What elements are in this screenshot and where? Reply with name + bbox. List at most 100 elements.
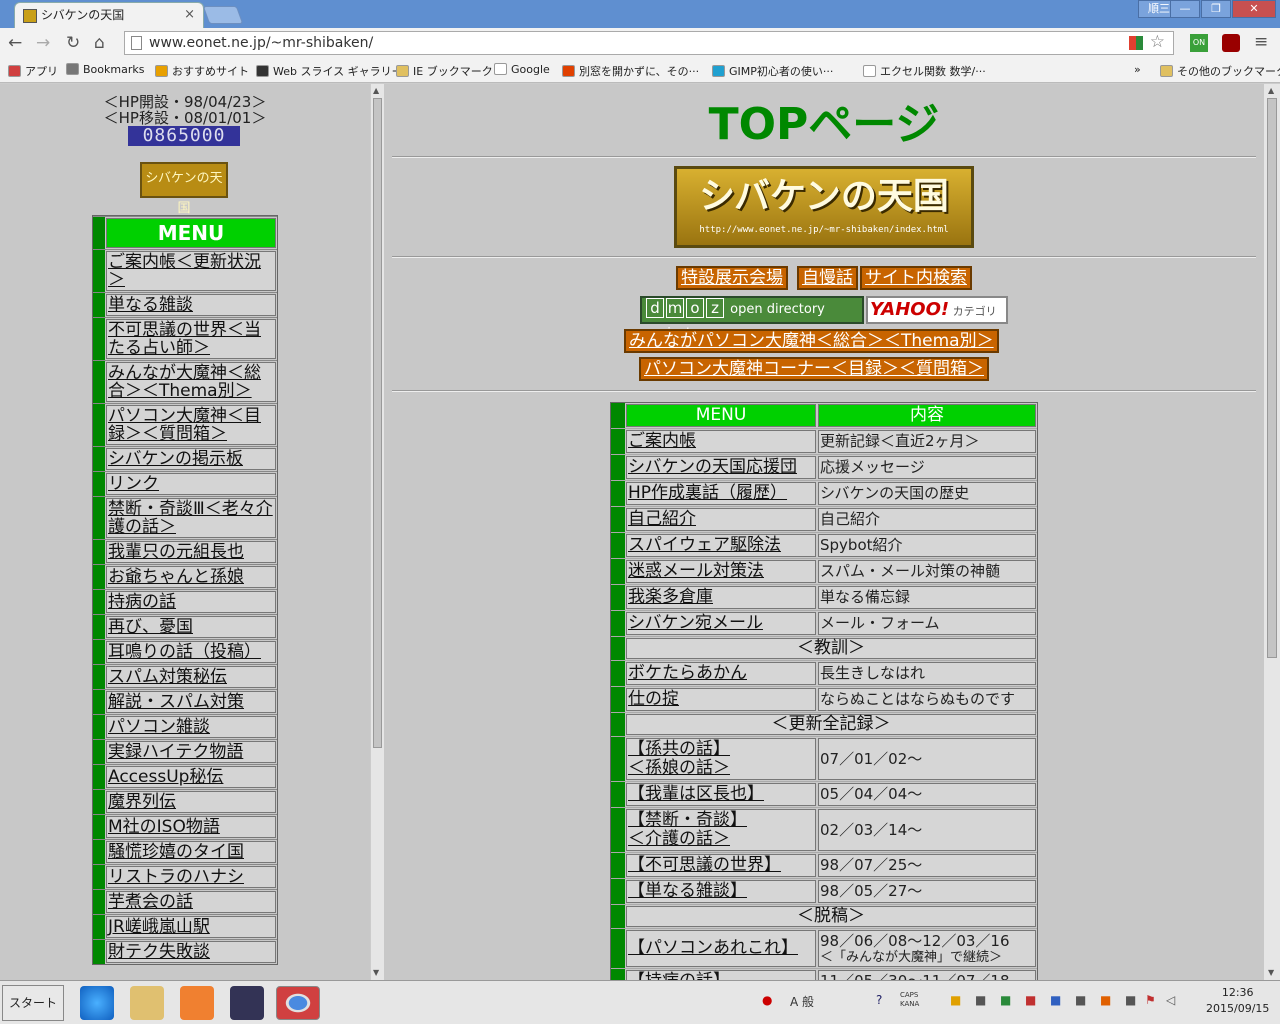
sidebar-item[interactable]: 騒慌珍嬉のタイ国 <box>93 839 277 864</box>
record-link[interactable]: 【単なる雑談】 <box>626 880 816 903</box>
left-scrollbar[interactable]: ▲ ▼ <box>370 84 384 980</box>
sidebar-item-label[interactable]: 我輩只の元組長也 <box>106 541 276 563</box>
remote-desktop-icon[interactable] <box>230 986 264 1020</box>
tray-app-icon[interactable]: ■ <box>1025 993 1036 1007</box>
bookmark-star-icon[interactable]: ☆ <box>1150 31 1165 53</box>
minna-daimajin-button[interactable]: みんながパソコン大魔神＜総合＞＜Thema別＞ <box>624 329 999 353</box>
sidebar-item[interactable]: 魔界列伝 <box>93 789 277 814</box>
sidebar-item[interactable]: 解説・スパム対策 <box>93 689 277 714</box>
sidebar-item-label[interactable]: リンク <box>106 473 276 495</box>
sidebar-item-label[interactable]: AccessUp秘伝 <box>106 766 276 788</box>
address-bar[interactable]: www.eonet.ne.jp/~mr-shibaken/ ☆ <box>124 31 1174 55</box>
scroll-up-icon[interactable]: ▲ <box>373 86 379 95</box>
site-logo-banner[interactable]: シバケンの天国 http://www.eonet.ne.jp/~mr-shiba… <box>674 166 974 248</box>
tray-app-icon[interactable]: ■ <box>1000 993 1011 1007</box>
chrome-icon[interactable] <box>276 986 320 1020</box>
sidebar-item[interactable]: 財テク失敗談 <box>93 939 277 964</box>
home-icon[interactable]: ⌂ <box>94 33 105 53</box>
sidebar-item-label[interactable]: スパム対策秘伝 <box>106 666 276 688</box>
menu-icon[interactable]: ≡ <box>1254 32 1268 52</box>
brag-button[interactable]: 自慢話 <box>797 266 858 290</box>
record-link[interactable]: 【禁断・奇談】 ＜介護の話＞ <box>626 809 816 851</box>
menu-link[interactable]: 自己紹介 <box>626 508 816 531</box>
media-player-icon[interactable] <box>180 986 214 1020</box>
sidebar-item[interactable]: リンク <box>93 471 277 496</box>
record-link[interactable]: 【不可思議の世界】 <box>626 854 816 877</box>
flag-icon[interactable]: ⚑ <box>1145 993 1156 1007</box>
sidebar-item[interactable]: M社のISO物語 <box>93 814 277 839</box>
sidebar-item-label[interactable]: シバケンの掲示板 <box>106 448 276 470</box>
back-icon[interactable]: ← <box>8 33 22 53</box>
forward-icon[interactable]: → <box>36 33 50 53</box>
site-logo-small[interactable]: シバケンの天国 <box>140 162 228 216</box>
menu-link[interactable]: ご案内帳 <box>626 430 816 453</box>
sidebar-item[interactable]: 実録ハイテク物語 <box>93 739 277 764</box>
sidebar-item-label[interactable]: JR嵯峨嵐山駅 <box>106 916 276 938</box>
site-search-button[interactable]: サイト内検索 <box>860 266 972 290</box>
pc-daimajin-button[interactable]: パソコン大魔神コーナー＜目録＞＜質問箱＞ <box>639 357 989 381</box>
extension-icon[interactable] <box>1129 36 1143 50</box>
minimize-button[interactable]: — <box>1170 0 1200 18</box>
dmoz-badge[interactable]: dmoz open directory project <box>640 296 864 341</box>
tray-app-icon[interactable]: ■ <box>1075 993 1086 1007</box>
sidebar-item[interactable]: お爺ちゃんと孫娘 <box>93 564 277 589</box>
sidebar-item[interactable]: AccessUp秘伝 <box>93 764 277 789</box>
bookmark-item[interactable]: エクセル関数 数学/··· <box>863 63 986 79</box>
help-icon[interactable]: ? <box>876 993 882 1007</box>
scroll-down-icon[interactable]: ▼ <box>373 968 379 977</box>
maximize-button[interactable]: ❐ <box>1201 0 1231 18</box>
sidebar-item[interactable]: 禁断・奇談Ⅲ＜老々介護の話＞ <box>93 496 277 539</box>
sidebar-item-label[interactable]: 単なる雑談 <box>106 294 276 316</box>
bookmark-item[interactable]: Google <box>494 63 550 76</box>
tray-app-icon[interactable]: ■ <box>975 993 986 1007</box>
sidebar-item[interactable]: スパム対策秘伝 <box>93 664 277 689</box>
sidebar-item[interactable]: みんなが大魔神＜総合＞＜Thema別＞ <box>93 360 277 403</box>
finished-link[interactable]: 【持病の話】 <box>626 970 816 980</box>
scroll-down-icon[interactable]: ▼ <box>1268 968 1274 977</box>
sidebar-item[interactable]: 持病の話 <box>93 589 277 614</box>
sidebar-item-label[interactable]: ご案内帳＜更新状況＞ <box>106 251 276 291</box>
sidebar-item-label[interactable]: 耳鳴りの話（投稿） <box>106 641 276 663</box>
tray-app-icon[interactable]: ■ <box>1100 993 1111 1007</box>
bookmark-item[interactable]: その他のブックマーク <box>1160 63 1280 79</box>
sidebar-item-label[interactable]: 財テク失敗談 <box>106 941 276 963</box>
menu-link[interactable]: HP作成裏話（履歴） <box>626 482 816 505</box>
bookmark-item[interactable]: » <box>1134 63 1141 76</box>
finished-link[interactable]: 【パソコンあれこれ】 <box>626 930 816 967</box>
tray-app-icon[interactable]: ■ <box>1050 993 1061 1007</box>
menu-link[interactable]: 迷惑メール対策法 <box>626 560 816 583</box>
sidebar-item-label[interactable]: パソコン大魔神＜目録＞＜質問箱＞ <box>106 405 276 445</box>
sidebar-item-label[interactable]: 解説・スパム対策 <box>106 691 276 713</box>
sidebar-item[interactable]: リストラのハナシ <box>93 864 277 889</box>
sidebar-item-label[interactable]: お爺ちゃんと孫娘 <box>106 566 276 588</box>
menu-link[interactable]: スパイウェア駆除法 <box>626 534 816 557</box>
start-button[interactable]: スタート <box>2 985 64 1021</box>
sidebar-item[interactable]: パソコン雑談 <box>93 714 277 739</box>
ext-on-icon[interactable]: ON <box>1190 34 1208 52</box>
explorer-icon[interactable] <box>130 986 164 1020</box>
bookmark-item[interactable]: GIMP初心者の使い··· <box>712 63 833 79</box>
main-scroll-thumb[interactable] <box>1267 98 1277 658</box>
record-link[interactable]: 【孫共の話】 ＜孫娘の話＞ <box>626 738 816 780</box>
bookmark-item[interactable]: Bookmarks <box>66 63 144 76</box>
close-window-button[interactable]: ✕ <box>1232 0 1276 18</box>
reload-icon[interactable]: ↻ <box>66 33 80 53</box>
sidebar-item[interactable]: 単なる雑談 <box>93 292 277 317</box>
bookmark-item[interactable]: Web スライス ギャラリー <box>256 63 403 79</box>
ie-icon[interactable] <box>80 986 114 1020</box>
sidebar-item-label[interactable]: 禁断・奇談Ⅲ＜老々介護の話＞ <box>106 498 276 538</box>
sidebar-item[interactable]: 不可思議の世界＜当たる占い師＞ <box>93 317 277 360</box>
sidebar-item-label[interactable]: M社のISO物語 <box>106 816 276 838</box>
menu-link[interactable]: シバケンの天国応援団 <box>626 456 816 479</box>
sidebar-item-label[interactable]: 不可思議の世界＜当たる占い師＞ <box>106 319 276 359</box>
sidebar-item-label[interactable]: みんなが大魔神＜総合＞＜Thema別＞ <box>106 362 276 402</box>
tray-app-icon[interactable]: ■ <box>950 993 961 1007</box>
sidebar-item[interactable]: ご案内帳＜更新状況＞ <box>93 249 277 292</box>
bookmark-item[interactable]: IE ブックマーク <box>396 63 493 79</box>
ime-indicator[interactable]: A 般 <box>790 993 814 1010</box>
bookmark-item[interactable]: 別窓を開かずに、その··· <box>562 63 699 79</box>
sidebar-item[interactable]: 再び、憂国 <box>93 614 277 639</box>
sidebar-item[interactable]: 芋煮会の話 <box>93 889 277 914</box>
special-exhibit-button[interactable]: 特設展示会場 <box>676 266 788 290</box>
menu-link[interactable]: 我楽多倉庫 <box>626 586 816 609</box>
